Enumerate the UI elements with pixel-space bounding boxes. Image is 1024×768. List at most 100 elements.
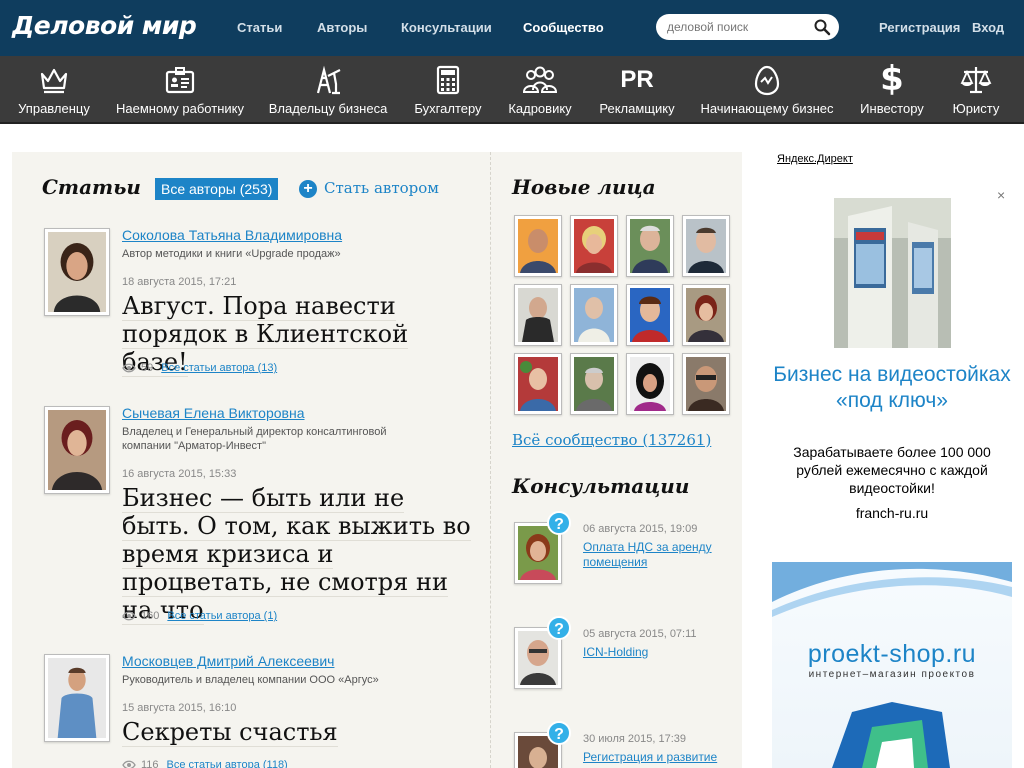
site-logo[interactable]: Деловой мир bbox=[12, 11, 197, 40]
question-icon: ? bbox=[547, 616, 571, 640]
author-articles-link[interactable]: Все статьи автора (13) bbox=[161, 362, 277, 374]
nav-community[interactable]: Сообщество bbox=[523, 20, 604, 35]
nav-articles[interactable]: Статьи bbox=[237, 20, 282, 35]
avatar-photo bbox=[574, 357, 614, 411]
views-count: 160 bbox=[141, 610, 160, 622]
search-icon[interactable] bbox=[813, 18, 831, 36]
member-avatar[interactable] bbox=[514, 353, 562, 415]
question-icon: ? bbox=[547, 511, 571, 535]
consultation-date: 30 июля 2015, 17:39 bbox=[583, 733, 686, 745]
nav-consultations[interactable]: Консультации bbox=[401, 20, 492, 35]
category-lawyer[interactable]: Юристу bbox=[950, 56, 1002, 124]
yandex-direct-label[interactable]: Яндекс.Директ bbox=[777, 153, 853, 165]
category-owner[interactable]: Владельцу бизнеса bbox=[268, 56, 388, 124]
avatar-photo bbox=[630, 219, 670, 273]
author-articles-link[interactable]: Все статьи автора (118) bbox=[167, 759, 288, 768]
banner-subtitle: интернет–магазин проектов bbox=[808, 669, 976, 680]
consultations-heading: Консультации bbox=[512, 474, 690, 498]
ad-banner[interactable]: proekt-shop.ru интернет–магазин проектов bbox=[772, 562, 1012, 768]
member-avatar[interactable] bbox=[626, 284, 674, 346]
login-link[interactable]: Вход bbox=[972, 20, 1004, 35]
calculator-icon bbox=[436, 65, 460, 95]
member-avatar[interactable] bbox=[570, 284, 618, 346]
search-input[interactable] bbox=[667, 18, 807, 36]
author-articles-link[interactable]: Все статьи автора (1) bbox=[167, 610, 277, 622]
author-avatar[interactable] bbox=[44, 228, 110, 316]
member-avatar[interactable] bbox=[682, 215, 730, 277]
author-name[interactable]: Соколова Татьяна Владимировна bbox=[122, 227, 342, 243]
nav-authors[interactable]: Авторы bbox=[317, 20, 367, 35]
crown-icon bbox=[40, 68, 68, 94]
member-avatar[interactable] bbox=[626, 215, 674, 277]
ad-description: Зарабатываете более 100 000 рублей ежеме… bbox=[793, 444, 991, 496]
member-avatar[interactable] bbox=[514, 215, 562, 277]
question-icon: ? bbox=[547, 721, 571, 745]
plus-icon[interactable]: + bbox=[299, 180, 317, 198]
register-link[interactable]: Регистрация bbox=[879, 20, 960, 35]
article-meta: 160 Все статьи автора (1) bbox=[122, 610, 277, 622]
avatar-photo bbox=[574, 219, 614, 273]
avatar-photo bbox=[518, 357, 558, 411]
ad-image[interactable] bbox=[834, 198, 951, 348]
close-icon[interactable]: × bbox=[997, 187, 1005, 203]
all-community-link[interactable]: Всё сообщество (137261) bbox=[512, 431, 711, 449]
member-avatar[interactable] bbox=[682, 353, 730, 415]
eye-icon bbox=[122, 611, 136, 621]
author-avatar[interactable] bbox=[44, 406, 110, 494]
views-count: 59 bbox=[141, 362, 154, 374]
article-date: 16 августа 2015, 15:33 bbox=[122, 468, 237, 480]
article-title-text[interactable]: Секреты счастья bbox=[122, 718, 338, 747]
avatar-photo bbox=[574, 288, 614, 342]
category-startup[interactable]: Начинающему бизнес bbox=[700, 56, 834, 124]
dollar-icon: $ bbox=[880, 59, 904, 99]
author-name[interactable]: Сычевая Елена Викторовна bbox=[122, 405, 305, 421]
author-name[interactable]: Московцев Дмитрий Алексеевич bbox=[122, 653, 334, 669]
avatar-photo bbox=[686, 219, 726, 273]
category-label: Инвестору bbox=[860, 101, 924, 116]
member-avatar[interactable] bbox=[514, 284, 562, 346]
eye-icon bbox=[122, 363, 136, 373]
all-authors-button[interactable]: Все авторы (253) bbox=[155, 178, 279, 200]
category-accountant[interactable]: Бухгалтеру bbox=[410, 56, 486, 124]
consultation-link[interactable]: ICN-Holding bbox=[583, 645, 723, 660]
article-title-text[interactable]: Бизнес — быть или не быть. О том, как вы… bbox=[122, 484, 471, 625]
article-title[interactable]: Бизнес — быть или не быть. О том, как вы… bbox=[122, 484, 472, 625]
category-label: Наемному работнику bbox=[116, 101, 244, 116]
become-author-link[interactable]: Стать автором bbox=[324, 179, 439, 197]
article-title[interactable]: Секреты счастья bbox=[122, 718, 472, 747]
ad-title[interactable]: Бизнес на видеостойках «под ключ» bbox=[772, 362, 1012, 414]
avatar-photo bbox=[48, 410, 106, 490]
member-avatar[interactable] bbox=[626, 353, 674, 415]
people-icon bbox=[522, 66, 558, 93]
scales-icon bbox=[960, 67, 992, 94]
consultation-link[interactable]: Регистрация и развитие bbox=[583, 750, 723, 765]
member-avatar[interactable] bbox=[570, 353, 618, 415]
category-hr[interactable]: Кадровику bbox=[506, 56, 574, 124]
avatar-photo bbox=[630, 357, 670, 411]
member-avatar[interactable] bbox=[570, 215, 618, 277]
consultation-date: 06 августа 2015, 19:09 bbox=[583, 523, 698, 535]
egg-icon bbox=[754, 65, 780, 96]
articles-heading: Статьи bbox=[42, 175, 141, 199]
avatar-photo bbox=[48, 232, 106, 312]
consultation-link[interactable]: Оплата НДС за аренду помещения bbox=[583, 540, 723, 570]
article-date: 15 августа 2015, 16:10 bbox=[122, 702, 237, 714]
avatar-photo bbox=[686, 357, 726, 411]
article-meta: 59 Все статьи автора (13) bbox=[122, 362, 277, 374]
category-investor[interactable]: $ Инвестору bbox=[858, 56, 926, 124]
category-label: Рекламщику bbox=[599, 101, 675, 116]
avatar-photo bbox=[630, 288, 670, 342]
author-avatar[interactable] bbox=[44, 654, 110, 742]
avatar-photo bbox=[48, 658, 106, 738]
ad-domain[interactable]: franch-ru.ru bbox=[772, 505, 1012, 521]
avatar-photo bbox=[518, 526, 558, 580]
eye-icon bbox=[122, 760, 136, 768]
member-avatar[interactable] bbox=[682, 284, 730, 346]
column-divider bbox=[490, 152, 491, 768]
category-manager[interactable]: Управленцу bbox=[14, 56, 94, 124]
category-advertiser[interactable]: PR Рекламщику bbox=[598, 56, 676, 124]
author-role: Автор методики и книги «Upgrade продаж» bbox=[122, 248, 341, 260]
avatar-photo bbox=[518, 288, 558, 342]
category-employee[interactable]: Наемному работнику bbox=[116, 56, 244, 124]
avatar-photo bbox=[518, 631, 558, 685]
